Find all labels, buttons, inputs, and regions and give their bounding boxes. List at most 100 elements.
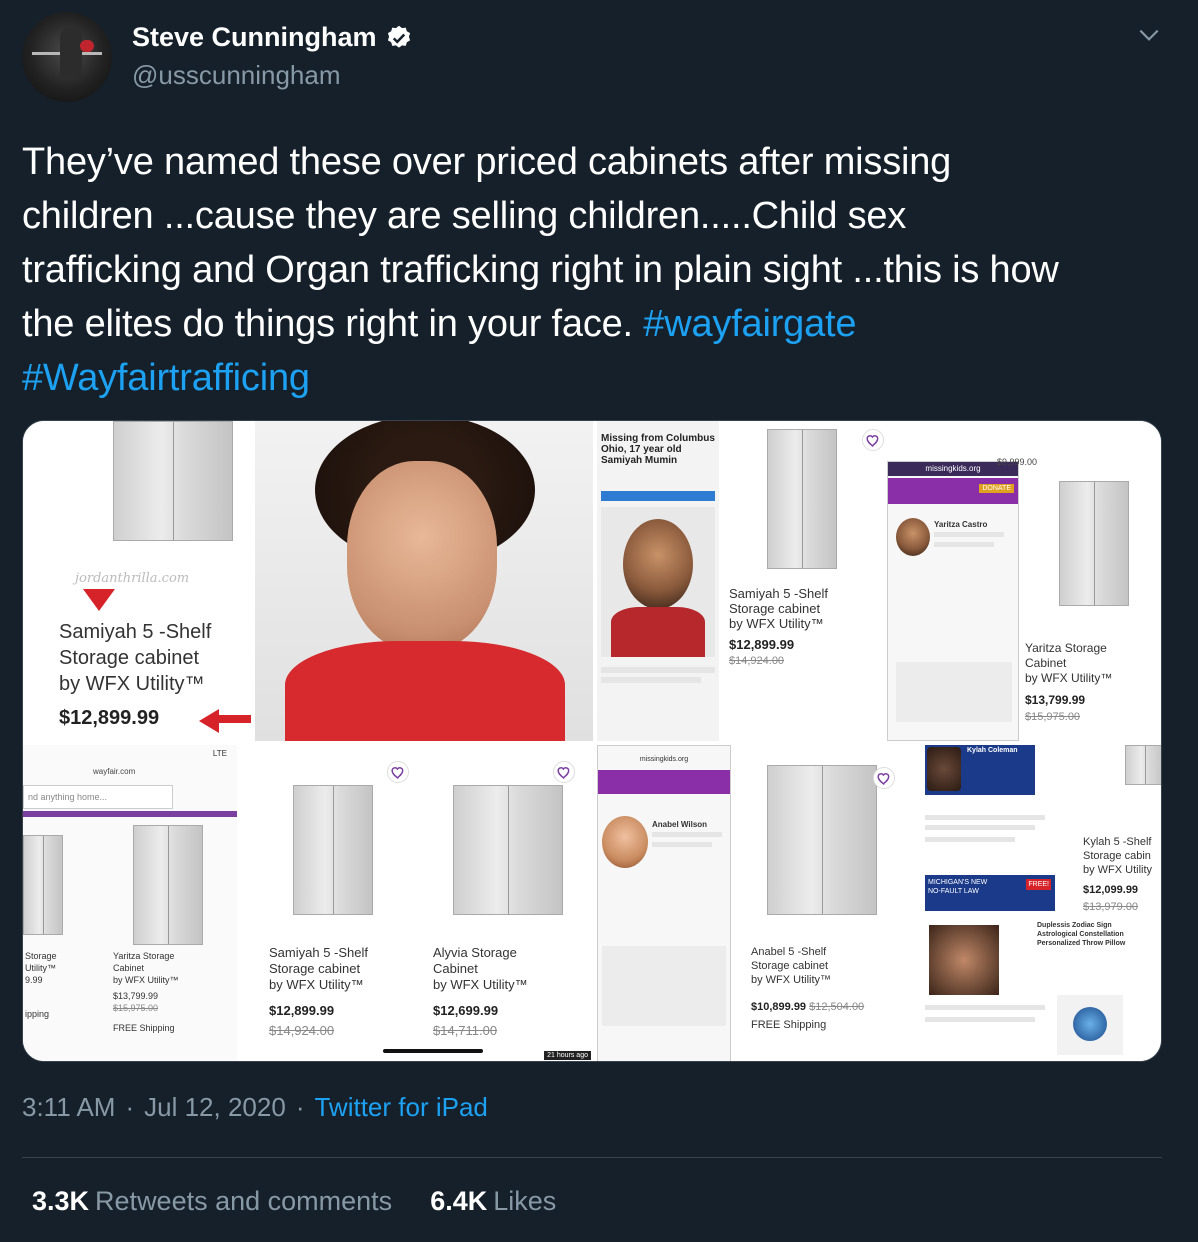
media-image-4[interactable]: missingkids.org Anabel Wilson Anabel 5 -…: [597, 745, 1161, 1061]
retweets-count: 3.3K: [32, 1186, 90, 1216]
product-title: Samiyah 5 -Shelf Storage cabinet by WFX …: [269, 945, 368, 1039]
divider: [22, 1157, 1162, 1158]
product-price: $12,899.99: [729, 637, 795, 652]
product-line: by WFX Utility™: [269, 977, 364, 992]
donate-button: DONATE: [979, 484, 1014, 493]
text-bar: [925, 825, 1035, 830]
cabinet-image: [767, 765, 877, 915]
product-line: by WFX Utility™: [729, 616, 824, 631]
home-indicator: [383, 1049, 483, 1053]
product-line: Samiyah 5 -Shelf: [269, 945, 368, 960]
text-bar: [652, 832, 722, 837]
media-image-3[interactable]: LTE wayfair.com nd anything home... Stor…: [23, 745, 593, 1061]
media-image-1[interactable]: jordanthrilla.com Samiyah 5 -Shelf Stora…: [23, 421, 593, 741]
red-hoodie: [611, 607, 705, 657]
product-price: $12,699.99: [433, 1003, 499, 1018]
wayfair-grid: Samiyah 5 -Shelf Storage cabinet by WFX …: [253, 745, 593, 1061]
product-line: Storage cabin: [1083, 850, 1151, 862]
cabinet-image: [293, 785, 373, 915]
product-price: $10,899.99: [751, 1001, 807, 1013]
product-title: Anabel 5 -Shelf Storage cabinet by WFX U…: [751, 945, 831, 987]
arrow-shaft: [219, 715, 251, 723]
tweet-line: #Wayfairtrafficing: [22, 351, 1172, 405]
tweet-line: trafficking and Organ trafficking right …: [22, 249, 1059, 291]
cabinet-image: [1125, 745, 1161, 785]
product-old-price: $15,975.00: [1025, 711, 1081, 723]
product-price: $12,899.99: [269, 1003, 335, 1018]
tweet-line: They’ve named these over priced cabinets…: [22, 141, 952, 183]
product-line: by WFX Utility™: [113, 975, 179, 985]
timestamp-badge: 21 hours ago: [544, 1051, 591, 1060]
cabinet-image: [1059, 481, 1129, 606]
missing-line: Ohio, 17 year old: [601, 444, 682, 455]
arrow-left-icon: [199, 709, 219, 733]
product-line: Storage: [25, 951, 57, 961]
cabinet-image: [113, 421, 233, 541]
likes-stat[interactable]: 6.4K Likes: [430, 1186, 556, 1217]
source-app-link[interactable]: Twitter for iPad: [314, 1092, 487, 1123]
phone-screenshot: missingkids.org DONATE Yaritza Castro: [887, 461, 1019, 741]
heart-icon[interactable]: [553, 761, 575, 783]
product-old-price: $14,924.00: [729, 655, 785, 667]
product-line: by WFX Utility: [1083, 864, 1153, 876]
face: [927, 747, 961, 791]
display-name[interactable]: Steve Cunningham: [132, 22, 377, 53]
pillow-line: Duplessis Zodiac Sign: [1037, 922, 1112, 929]
product-line: Storage cabinet: [269, 961, 361, 976]
tweet-text: They’ve named these over priced cabinets…: [22, 135, 1172, 405]
heart-icon[interactable]: [862, 429, 884, 451]
likes-label: Likes: [493, 1186, 557, 1216]
tweet-line-text: the elites do things right in your face.: [22, 303, 644, 345]
avatar[interactable]: [22, 12, 112, 102]
media-image-2[interactable]: Missing from Columbus Ohio, 17 year old …: [597, 421, 1161, 741]
tweet-date[interactable]: Jul 12, 2020: [144, 1092, 286, 1123]
product-title: Samiyah 5 -Shelf Storage cabinet by WFX …: [59, 619, 211, 697]
menu-grid: [602, 946, 726, 1026]
hashtag-link[interactable]: #wayfairgate: [643, 303, 856, 345]
news-banner: Kylah Coleman: [925, 745, 1035, 795]
product-old-price: $15,975.00: [113, 1003, 159, 1013]
product-old-price: $14,711.00: [433, 1023, 498, 1038]
text-bar: [925, 815, 1045, 820]
product-line: Anabel 5 -Shelf: [751, 946, 827, 958]
likes-count: 6.4K: [430, 1186, 488, 1216]
missing-poster: Missing from Columbus Ohio, 17 year old …: [597, 421, 719, 741]
heart-icon[interactable]: [873, 767, 895, 789]
text-bar: [601, 667, 715, 673]
hashtag-link[interactable]: #Wayfairtrafficing: [22, 357, 310, 399]
chevron-down-icon[interactable]: [1136, 22, 1162, 48]
retweets-stat[interactable]: 3.3K Retweets and comments: [32, 1186, 392, 1217]
product-title: Storage Utility™ 9.99 ipping: [25, 950, 57, 1020]
site-bar: missingkids.org: [639, 756, 689, 763]
text-bar: [925, 1017, 1035, 1022]
product-line: by WFX Utility™: [751, 974, 832, 986]
heart-icon[interactable]: [387, 761, 409, 783]
url-bar: wayfair.com: [93, 767, 136, 776]
news-name: Kylah Coleman: [967, 747, 1018, 754]
product-old-price: $14,924.00: [269, 1023, 335, 1038]
product-line: Cabinet: [1025, 656, 1067, 670]
verified-badge-icon: [385, 24, 413, 52]
product-line: Utility™: [25, 963, 56, 973]
face: [347, 461, 497, 651]
face: [602, 816, 648, 868]
product-line: Cabinet: [113, 963, 145, 973]
missing-title: Missing from Columbus Ohio, 17 year old …: [601, 433, 715, 466]
product-line: Yaritza Storage: [113, 951, 175, 961]
text-bar: [652, 842, 712, 847]
pillow-title: Duplessis Zodiac Sign Astrological Const…: [1037, 921, 1125, 948]
site-header: [598, 770, 730, 794]
product-line: Kylah 5 -Shelf: [1083, 836, 1152, 848]
tweet-meta: 3:11 AM · Jul 12, 2020 · Twitter for iPa…: [22, 1092, 488, 1123]
zodiac-circle: [1073, 1007, 1107, 1041]
product-title: Yaritza Storage Cabinet by WFX Utility™: [1025, 641, 1112, 686]
person-name: Yaritza Castro: [934, 520, 988, 529]
price-row: $10,899.99 $12,504.00: [751, 1001, 864, 1013]
separator-dot: ·: [295, 1092, 305, 1122]
cabinet-image: [23, 835, 63, 935]
text-bar: [934, 542, 994, 547]
media-grid[interactable]: jordanthrilla.com Samiyah 5 -Shelf Stora…: [22, 420, 1162, 1062]
cabinet-image: [133, 825, 203, 945]
tweet-time[interactable]: 3:11 AM: [22, 1092, 115, 1123]
user-handle[interactable]: @usscunningham: [132, 60, 341, 91]
